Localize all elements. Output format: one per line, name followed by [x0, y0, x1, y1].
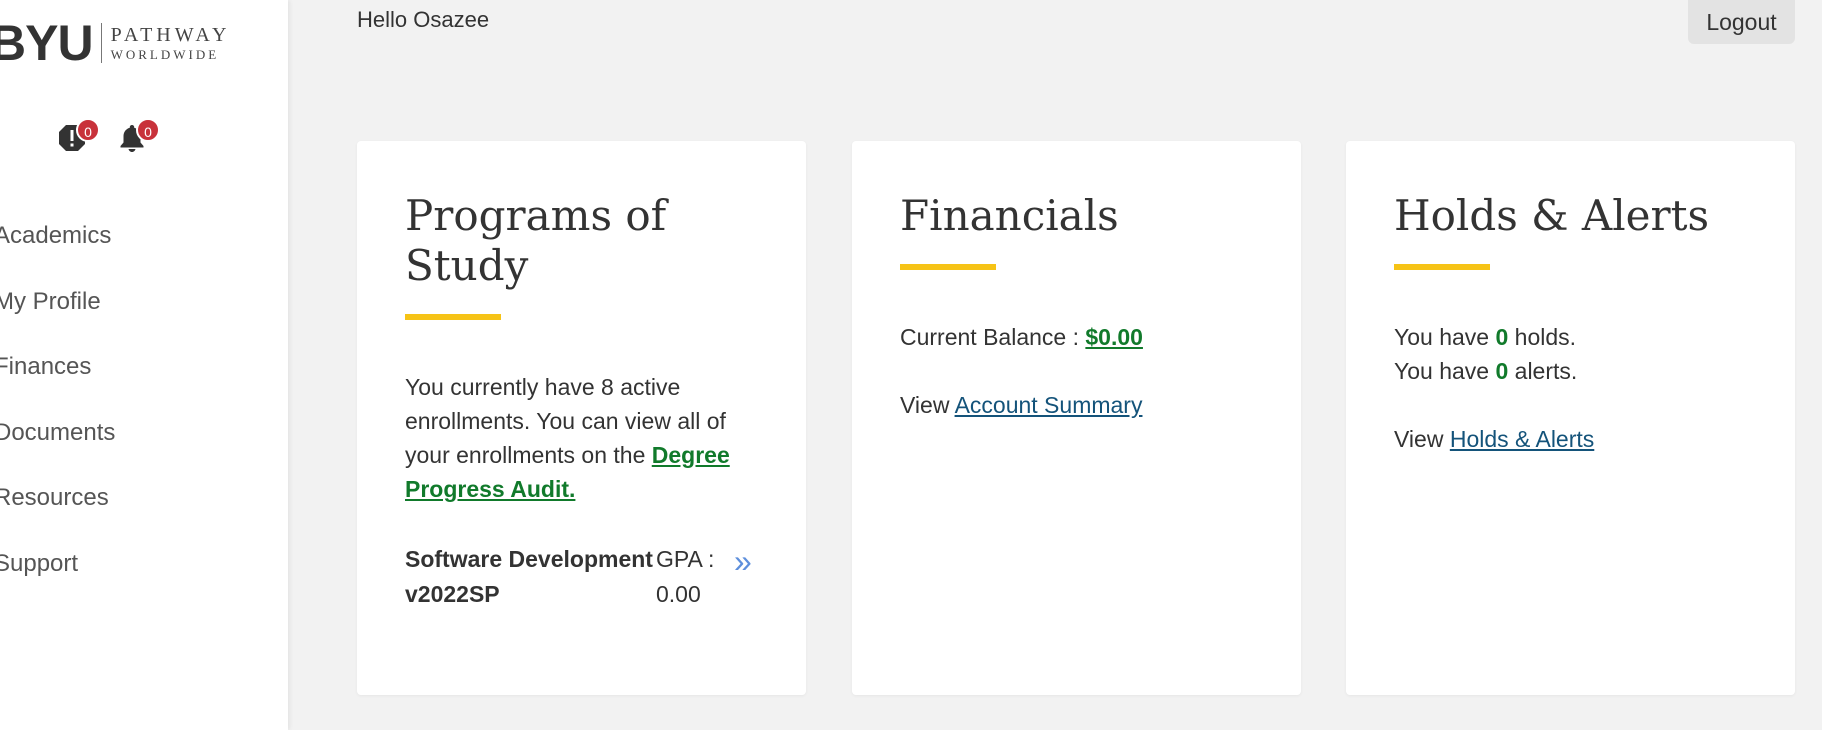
- notifications-count-badge: 0: [136, 118, 160, 142]
- card-title: Financials: [900, 191, 1119, 240]
- holds-count-text: You have 0 holds.: [1394, 320, 1747, 354]
- sidebar-item-resources[interactable]: Resources: [0, 484, 115, 550]
- sidebar-item-academics[interactable]: Academics: [0, 222, 115, 288]
- holds-count-badge: 0: [76, 118, 100, 142]
- holds-button[interactable]: 0: [56, 118, 100, 156]
- sidebar-item-documents[interactable]: Documents: [0, 419, 115, 485]
- user-greeting: Hello Osazee: [357, 7, 490, 32]
- holds-post: holds.: [1508, 324, 1577, 350]
- financials-card: Financials Current Balance : $0.00 View …: [852, 141, 1301, 695]
- card-title: Programs of Study: [405, 191, 667, 290]
- gpa-value: 0.00: [656, 581, 701, 607]
- balance-amount-link[interactable]: $0.00: [1085, 324, 1143, 350]
- alerts-pre: You have: [1394, 358, 1496, 384]
- holds-alerts-card: Holds & Alerts You have 0 holds. You hav…: [1346, 141, 1795, 695]
- view-label: View: [900, 392, 955, 418]
- alerts-post: alerts.: [1508, 358, 1578, 384]
- sidebar-item-my-profile[interactable]: My Profile: [0, 288, 115, 354]
- logo-divider: [100, 23, 102, 63]
- sidebar: BYU PATHWAY WORLDWIDE 0 0 Academics My P…: [0, 0, 288, 730]
- logo-line2: WORLDWIDE: [110, 47, 220, 62]
- balance-label: Current Balance :: [900, 324, 1086, 350]
- sidebar-item-support[interactable]: Support: [0, 550, 115, 616]
- view-label: View: [1394, 426, 1450, 452]
- account-summary-text: View Account Summary: [900, 388, 1253, 422]
- programs-of-study-card: Programs of Study You currently have 8 a…: [357, 141, 806, 695]
- byu-pathway-logo[interactable]: BYU PATHWAY WORLDWIDE: [0, 14, 230, 72]
- alerts-count: 0: [1495, 358, 1509, 384]
- holds-pre: You have: [1394, 324, 1496, 350]
- logo-line1: PATHWAY: [110, 24, 231, 46]
- title-underline: [1394, 264, 1490, 270]
- logo-brand: BYU: [0, 15, 94, 71]
- alerts-count-text: You have 0 alerts.: [1394, 354, 1747, 388]
- program-row[interactable]: Software Development v2022SP GPA : 0.00 …: [405, 542, 758, 612]
- card-title: Holds & Alerts: [1394, 191, 1709, 240]
- double-chevron-right-icon[interactable]: »: [734, 544, 752, 612]
- notifications-button[interactable]: 0: [116, 118, 160, 156]
- current-balance-text: Current Balance : $0.00: [900, 320, 1253, 354]
- sidebar-item-finances[interactable]: Finances: [0, 353, 115, 419]
- program-gpa: GPA : 0.00: [656, 542, 734, 612]
- sidebar-nav: Academics My Profile Finances Documents …: [0, 222, 115, 615]
- gpa-label: GPA :: [656, 546, 715, 572]
- logo-text: PATHWAY WORLDWIDE: [111, 25, 231, 61]
- holds-alerts-link[interactable]: Holds & Alerts: [1450, 426, 1594, 452]
- logout-button[interactable]: Logout: [1688, 0, 1795, 44]
- holds-count: 0: [1495, 324, 1509, 350]
- title-underline: [900, 264, 996, 270]
- title-underline: [405, 314, 501, 320]
- account-summary-link[interactable]: Account Summary: [955, 392, 1143, 418]
- holds-alerts-view-text: View Holds & Alerts: [1394, 422, 1747, 456]
- program-name: Software Development v2022SP: [405, 546, 653, 607]
- enrollments-text: You currently have 8 active enrollments.…: [405, 370, 758, 506]
